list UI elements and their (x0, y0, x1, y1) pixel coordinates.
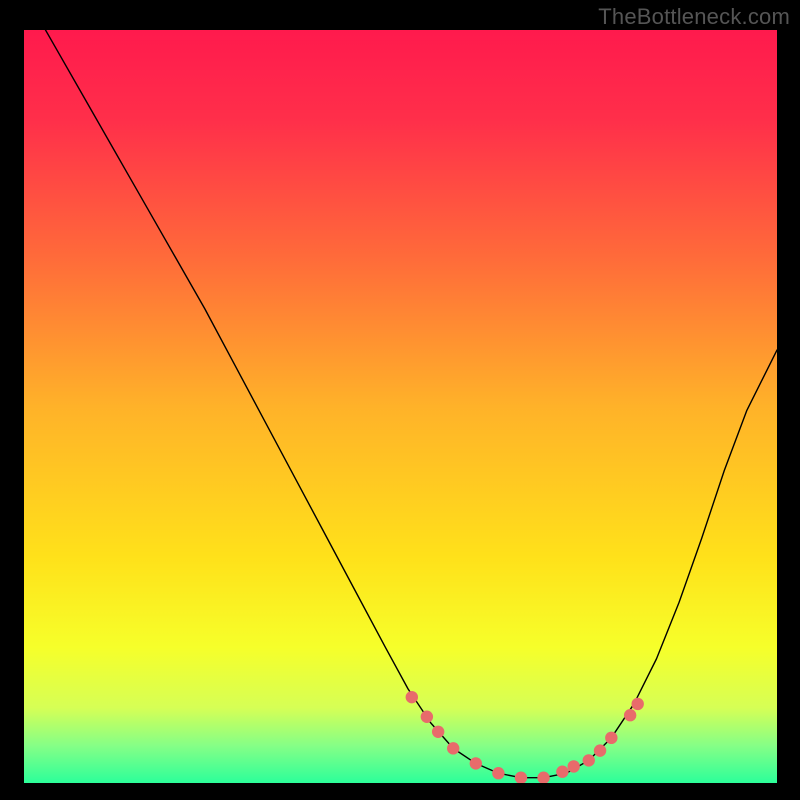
curve-marker (594, 744, 606, 756)
curve-marker (556, 766, 568, 778)
curve-marker (470, 757, 482, 769)
curve-marker (631, 698, 643, 710)
curve-marker (605, 732, 617, 744)
curve-marker (567, 760, 579, 772)
curve-marker (432, 726, 444, 738)
plot-area (24, 30, 777, 783)
watermark-text: TheBottleneck.com (598, 4, 790, 30)
curve-marker (406, 691, 418, 703)
curve-marker (421, 711, 433, 723)
curve-marker (492, 767, 504, 779)
curve-marker (447, 742, 459, 754)
curve-marker (583, 754, 595, 766)
curve-marker (624, 709, 636, 721)
chart-root: TheBottleneck.com (0, 0, 800, 800)
